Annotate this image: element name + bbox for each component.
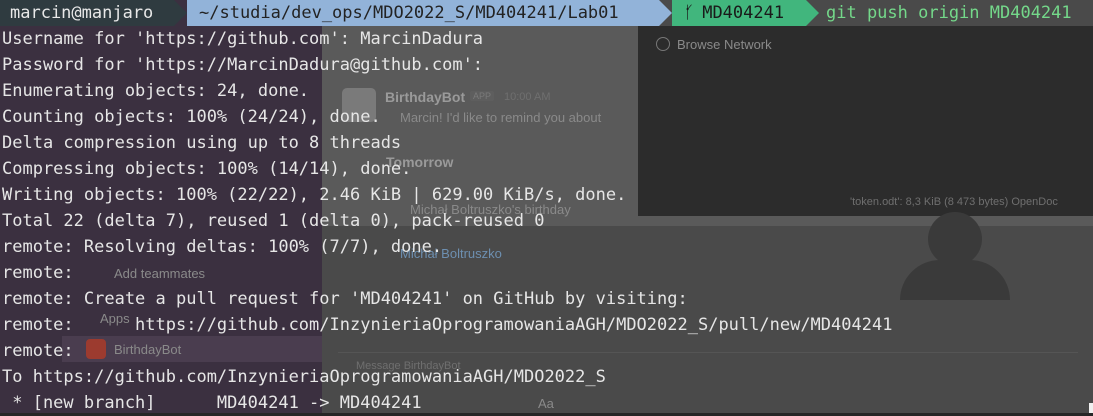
prompt-branch-segment: ᚶ MD404241 <box>672 0 806 26</box>
output-line: remote: https://github.com/InzynieriaOpr… <box>2 315 893 335</box>
output-line: remote: <box>2 263 74 283</box>
output-line: remote: Create a pull request for 'MD404… <box>2 289 688 309</box>
output-line: remote: <box>2 341 74 361</box>
output-line: Username for 'https://github.com': Marci… <box>2 29 484 49</box>
prompt-separator-arrow <box>659 0 672 26</box>
prompt-command: git push origin MD404241 <box>826 3 1072 23</box>
output-line: remote: Resolving deltas: 100% (7/7), do… <box>2 237 443 257</box>
terminal[interactable]: marcin@manjaro ~/studia/dev_ops/MDO2022_… <box>0 0 1093 413</box>
prompt-separator-arrow <box>806 0 819 26</box>
terminal-cursor <box>1089 403 1093 413</box>
prompt-user-host: marcin@manjaro <box>0 0 174 26</box>
output-line: Total 22 (delta 7), reused 1 (delta 0), … <box>2 211 545 231</box>
output-line: Compressing objects: 100% (14/14), done. <box>2 159 412 179</box>
terminal-output: Username for 'https://github.com': Marci… <box>2 26 892 416</box>
shell-prompt: marcin@manjaro ~/studia/dev_ops/MDO2022_… <box>0 0 1093 26</box>
output-line: To https://github.com/InzynieriaOprogram… <box>2 367 606 387</box>
output-line: Password for 'https://MarcinDadura@githu… <box>2 55 484 75</box>
output-line: * [new branch] MD404241 -> MD404241 <box>2 393 422 413</box>
prompt-path: ~/studia/dev_ops/MDO2022_S/MD404241/Lab0… <box>187 0 659 26</box>
prompt-separator-arrow <box>174 0 187 26</box>
prompt-branch: MD404241 <box>702 3 785 23</box>
output-line: Enumerating objects: 24, done. <box>2 81 310 101</box>
output-line: Delta compression using up to 8 threads <box>2 133 402 153</box>
output-line: Writing objects: 100% (22/22), 2.46 KiB … <box>2 185 627 205</box>
output-line: Counting objects: 100% (24/24), done. <box>2 107 381 127</box>
git-branch-icon: ᚶ <box>684 3 695 23</box>
